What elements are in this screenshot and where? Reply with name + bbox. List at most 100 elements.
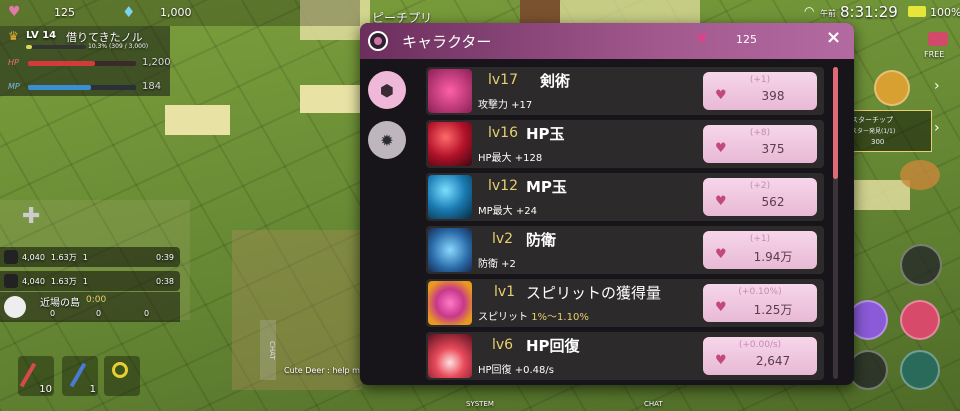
tab-spirit[interactable]: ✹ (368, 121, 406, 159)
chat-tab[interactable]: CHAT (260, 320, 276, 380)
quest-line2: スター発見(1/1) (851, 128, 896, 135)
skill-level: lv6 (492, 337, 514, 353)
skill-name: 防衛 (526, 231, 557, 249)
skill-desc: 攻撃力 +17 (478, 100, 533, 111)
system-button[interactable]: SYSTEM (466, 400, 494, 408)
quest-line1: スターチップ (851, 116, 893, 124)
gem-icon: ♦ (122, 3, 136, 21)
skill-desc: HP最大 +128 (478, 153, 543, 164)
heart-count: 125 (54, 6, 75, 19)
top-resource-bar: ♥ 125 ♦ 1,000 (0, 0, 360, 26)
shop-button[interactable] (874, 70, 910, 106)
skill-name: HP玉 (526, 125, 565, 143)
score-value: 1.63万 (50, 252, 77, 262)
chevron-right-icon[interactable]: › (934, 78, 940, 94)
tab-skills[interactable]: ⬢ (368, 71, 406, 109)
skill-name: スピリットの獲得量 (526, 284, 662, 302)
skill-desc: 防衛 +2 (478, 259, 516, 270)
avatar (4, 274, 18, 288)
party-row[interactable]: 4,040 1.63万 1 0:38 (0, 271, 180, 291)
sword-icon (19, 362, 37, 388)
island-c: 0 (144, 309, 150, 318)
upgrade-increment: (+1) (749, 75, 771, 85)
upgrade-increment: (+2) (749, 181, 771, 191)
skill-name: HP回復 (526, 337, 580, 355)
timer: 0:38 (156, 276, 174, 286)
upgrade-button[interactable]: (+1) ♥ 398 (703, 72, 817, 110)
skill-desc-range: 1%～1.10% (531, 312, 589, 323)
red-orb-icon (428, 122, 472, 166)
upgrade-button[interactable]: (+2) ♥ 562 (703, 178, 817, 216)
quest-panel[interactable]: スターチップ スター発見(1/1) 300 (846, 110, 932, 152)
crossed-swords-icon (428, 69, 472, 113)
free-label: FREE (924, 50, 945, 59)
character-icon (368, 31, 388, 51)
skill-level: lv16 (488, 125, 518, 141)
upgrade-increment: (+0.10%) (738, 287, 782, 297)
island-time: 0:00 (86, 295, 107, 305)
upgrade-button[interactable]: (+0.00/s) ♥ 2,647 (703, 337, 817, 375)
skill-level: lv2 (492, 231, 514, 247)
exp-bar-fill (26, 45, 33, 49)
heart-icon: ♥ (8, 4, 21, 20)
camera-icon (928, 32, 948, 46)
hp-label: HP (8, 58, 19, 67)
mp-bar-fill (28, 85, 91, 90)
store-button[interactable] (900, 300, 940, 340)
skill-row: lv12 MP玉 MP最大 +24 (+2) ♥ 562 (426, 173, 824, 221)
island-b: 0 (96, 309, 102, 318)
heart-icon: ♥ (715, 300, 727, 315)
upgrade-cost: 2,647 (755, 354, 791, 368)
chat-message: Cute Deer : help me (284, 366, 365, 375)
upgrade-cost: 1.94万 (753, 250, 793, 264)
skill-level: lv12 (488, 178, 518, 194)
upgrade-button[interactable]: (+0.10%) ♥ 1.25万 (703, 284, 817, 322)
upgrade-increment: (+1) (749, 234, 771, 244)
upgrade-cost: 1.25万 (753, 303, 793, 317)
avatar (4, 250, 18, 264)
scrollbar-thumb[interactable] (833, 67, 838, 179)
party-row[interactable]: 4,040 1.63万 1 0:39 (0, 247, 180, 267)
heart-icon: ♥ (715, 141, 727, 156)
count-value: 1 (82, 276, 88, 286)
crown-icon: ♛ (8, 29, 19, 43)
chevron-right-icon[interactable]: › (934, 120, 940, 136)
tool-button[interactable] (848, 350, 888, 390)
blue-orb-icon (428, 175, 472, 219)
dpad-icon[interactable]: ✚ (22, 204, 40, 229)
player-level: LV 14 (26, 30, 57, 41)
upgrade-button[interactable]: (+8) ♥ 375 (703, 125, 817, 163)
dialog-heart-count: 125 (736, 33, 757, 46)
avatar-button[interactable] (900, 350, 940, 390)
hotbar-slot-3[interactable] (104, 356, 140, 396)
hexagon-cluster-icon: ⬢ (380, 80, 394, 100)
character-dialog: キャラクター ♥ 125 × ⬢ ✹ lv17 剣術 攻撃力 +17 (+1) … (360, 23, 854, 385)
upgrade-increment: (+8) (749, 128, 771, 138)
heart-icon: ♥ (696, 32, 708, 47)
spirit-heart-icon (428, 281, 472, 325)
skill-row: lv6 HP回復 HP回復 +0.48/s (+0.00/s) ♥ 2,647 (426, 332, 824, 380)
score-value: 1.63万 (50, 276, 77, 286)
upgrade-cost: 562 (761, 195, 785, 209)
skill-wing-button[interactable] (848, 300, 888, 340)
close-icon[interactable]: × (826, 27, 841, 48)
chat-button[interactable]: CHAT (644, 400, 663, 408)
island-a: 0 (50, 309, 56, 318)
island-icon (4, 296, 26, 318)
upgrade-button[interactable]: (+1) ♥ 1.94万 (703, 231, 817, 269)
skill-row: lv16 HP玉 HP最大 +128 (+8) ♥ 375 (426, 120, 824, 168)
island-panel[interactable]: 近場の島 0:00 0 0 0 (0, 292, 180, 322)
heart-icon: ♥ (715, 88, 727, 103)
quest-value: 300 (871, 138, 885, 146)
gem-count: 1,000 (160, 6, 192, 19)
skill-row: lv1 スピリットの獲得量 スピリット 1%～1.10% (+0.10%) ♥ … (426, 279, 824, 327)
hotbar-slot-2[interactable]: 1 (62, 356, 98, 396)
dialog-header: キャラクター ♥ 125 × (360, 23, 854, 59)
compass-button[interactable] (900, 244, 942, 286)
count-value: 1 (82, 252, 88, 262)
hotbar-slot-1[interactable]: 10 (18, 356, 54, 396)
mp-value: 184 (142, 81, 162, 92)
heart-icon: ♥ (715, 194, 727, 209)
battery-percent: 100% (930, 6, 960, 19)
free-button[interactable]: FREE (924, 30, 952, 62)
